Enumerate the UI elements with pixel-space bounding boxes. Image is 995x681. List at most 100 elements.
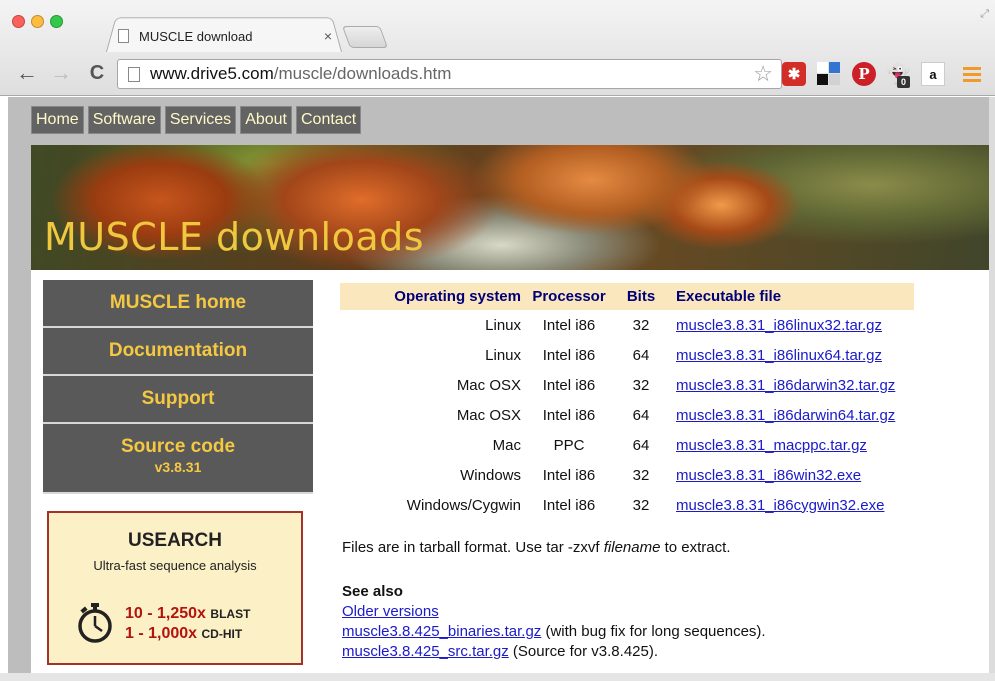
download-link[interactable]: muscle3.8.31_i86darwin32.tar.gz: [676, 377, 895, 394]
filename-emphasis: filename: [603, 539, 661, 556]
file-cell: muscle3.8.31_i86linux32.tar.gz: [670, 310, 914, 340]
delicious-extension-icon[interactable]: [817, 62, 841, 86]
ad-stats: 10 - 1,250x BLAST 1 - 1,000x CD-HIT: [125, 604, 250, 644]
ghostery-count-badge: 0: [897, 76, 910, 88]
processor-cell: Intel i86: [542, 316, 596, 334]
header-banner: MUSCLE downloads: [31, 145, 990, 270]
file-cell: muscle3.8.31_i86darwin32.tar.gz: [670, 370, 914, 400]
back-button[interactable]: ←: [14, 61, 40, 85]
top-navigation: Home Software Services About Contact: [31, 106, 362, 134]
os-cell: Linux: [485, 316, 521, 334]
download-link[interactable]: muscle3.8.31_i86cygwin32.exe: [676, 497, 884, 514]
bits-cell: 64: [632, 436, 650, 454]
nav-home-link[interactable]: Home: [31, 106, 84, 134]
forward-button[interactable]: →: [48, 61, 74, 85]
download-link[interactable]: muscle3.8.31_macppc.tar.gz: [676, 437, 867, 454]
os-cell: Mac: [492, 436, 521, 454]
minimize-window-button[interactable]: [31, 15, 44, 28]
sidebar-item-source-code[interactable]: Source code v3.8.31: [43, 424, 313, 494]
ad-title: USEARCH: [128, 530, 222, 551]
ad-subtitle: Ultra-fast sequence analysis: [93, 558, 257, 573]
bits-cell: 32: [632, 316, 650, 334]
column-header-processor: Processor: [526, 283, 612, 310]
nav-software-link[interactable]: Software: [87, 106, 161, 134]
tarball-note-end: to extract.: [660, 539, 731, 556]
older-versions-link[interactable]: Older versions: [342, 603, 439, 620]
download-link[interactable]: muscle3.8.31_i86linux64.tar.gz: [676, 347, 882, 364]
browser-menu-icon[interactable]: [960, 62, 984, 86]
nav-contact-link[interactable]: Contact: [296, 106, 362, 134]
bits-cell: 32: [632, 496, 650, 514]
processor-cell: Intel i86: [542, 466, 596, 484]
url-host: www.drive5.com: [150, 64, 274, 83]
new-tab-button[interactable]: [341, 26, 389, 48]
horizontal-scrollbar[interactable]: [0, 673, 995, 681]
source-version: v3.8.31: [154, 459, 202, 475]
browser-tab-content: MUSCLE download ×: [112, 24, 337, 48]
lastpass-extension-icon[interactable]: ✱: [782, 62, 806, 86]
url-text[interactable]: www.drive5.com/muscle/downloads.htm: [150, 64, 753, 84]
download-link[interactable]: muscle3.8.31_i86win32.exe: [676, 467, 861, 484]
pinterest-extension-icon[interactable]: P: [852, 62, 876, 86]
cdhit-speedup: 1 - 1,000x: [125, 625, 198, 642]
browser-toolbar: ← → C www.drive5.com/muscle/downloads.ht…: [0, 52, 995, 96]
side-navigation: MUSCLE home Documentation Support Source…: [43, 280, 313, 494]
bookmark-star-icon[interactable]: ☆: [753, 61, 773, 87]
table-row: Windows Intel i86 32 muscle3.8.31_i86win…: [340, 460, 914, 490]
see-also-heading: See also: [342, 583, 403, 600]
usearch-ad[interactable]: USEARCH Ultra-fast sequence analysis 10 …: [47, 511, 303, 665]
vertical-scrollbar[interactable]: [989, 97, 995, 673]
column-header-os: Operating system: [340, 283, 526, 310]
source-download-link[interactable]: muscle3.8.425_src.tar.gz: [342, 643, 509, 660]
table-row: Mac OSX Intel i86 64 muscle3.8.31_i86dar…: [340, 400, 914, 430]
nav-about-link[interactable]: About: [240, 106, 292, 134]
file-cell: muscle3.8.31_i86darwin64.tar.gz: [670, 400, 914, 430]
source-note: (Source for v3.8.425).: [508, 643, 659, 660]
zoom-window-button[interactable]: [50, 15, 63, 28]
os-cell: Windows/Cygwin: [406, 496, 521, 514]
os-cell: Linux: [485, 346, 521, 364]
download-link[interactable]: muscle3.8.31_i86darwin64.tar.gz: [676, 407, 895, 424]
sidebar-item-muscle-home[interactable]: MUSCLE home: [43, 280, 313, 328]
bits-cell: 32: [632, 466, 650, 484]
cdhit-label: CD-HIT: [201, 627, 243, 641]
fullscreen-icon[interactable]: ⤢: [980, 8, 989, 21]
file-cell: muscle3.8.31_i86cygwin32.exe: [670, 490, 914, 520]
processor-cell: Intel i86: [542, 496, 596, 514]
column-header-file: Executable file: [670, 283, 914, 310]
download-link[interactable]: muscle3.8.31_i86linux32.tar.gz: [676, 317, 882, 334]
tab-close-icon[interactable]: ×: [319, 28, 337, 44]
window-controls: [12, 15, 63, 28]
tarball-note-text: Files are in tarball format. Use tar -zx…: [342, 539, 604, 556]
tarball-note: Files are in tarball format. Use tar -zx…: [342, 539, 730, 556]
os-cell: Mac OSX: [456, 406, 521, 424]
table-row: Linux Intel i86 64 muscle3.8.31_i86linux…: [340, 340, 914, 370]
binaries-download-link[interactable]: muscle3.8.425_binaries.tar.gz: [342, 623, 541, 640]
see-also-section: See also Older versions muscle3.8.425_bi…: [342, 582, 766, 662]
amazon-extension-icon[interactable]: a: [921, 62, 945, 86]
table-row: Mac OSX Intel i86 32 muscle3.8.31_i86dar…: [340, 370, 914, 400]
sidebar-item-documentation[interactable]: Documentation: [43, 328, 313, 376]
nav-services-link[interactable]: Services: [164, 106, 237, 134]
table-row: Mac PPC 64 muscle3.8.31_macppc.tar.gz: [340, 430, 914, 460]
page-icon: [118, 29, 129, 43]
table-header-row: Operating system Processor Bits Executab…: [340, 283, 914, 310]
os-cell: Mac OSX: [456, 376, 521, 394]
bits-cell: 32: [632, 376, 650, 394]
processor-cell: Intel i86: [542, 376, 596, 394]
sidebar-item-support[interactable]: Support: [43, 376, 313, 424]
table-row: Linux Intel i86 32 muscle3.8.31_i86linux…: [340, 310, 914, 340]
reload-button[interactable]: C: [84, 61, 110, 85]
processor-cell: Intel i86: [542, 406, 596, 424]
file-cell: muscle3.8.31_macppc.tar.gz: [670, 430, 914, 460]
page-title: MUSCLE downloads: [44, 215, 425, 259]
address-bar[interactable]: www.drive5.com/muscle/downloads.htm ☆: [117, 59, 782, 89]
main-content: MUSCLE home Documentation Support Source…: [31, 270, 990, 673]
file-cell: muscle3.8.31_i86win32.exe: [670, 460, 914, 490]
os-cell: Windows: [460, 466, 521, 484]
processor-cell: PPC: [553, 436, 585, 454]
browser-chrome: MUSCLE download × ⤢ ← → C www.drive5.com…: [0, 0, 995, 96]
close-window-button[interactable]: [12, 15, 25, 28]
bits-cell: 64: [632, 346, 650, 364]
tab-title[interactable]: MUSCLE download: [139, 29, 319, 44]
